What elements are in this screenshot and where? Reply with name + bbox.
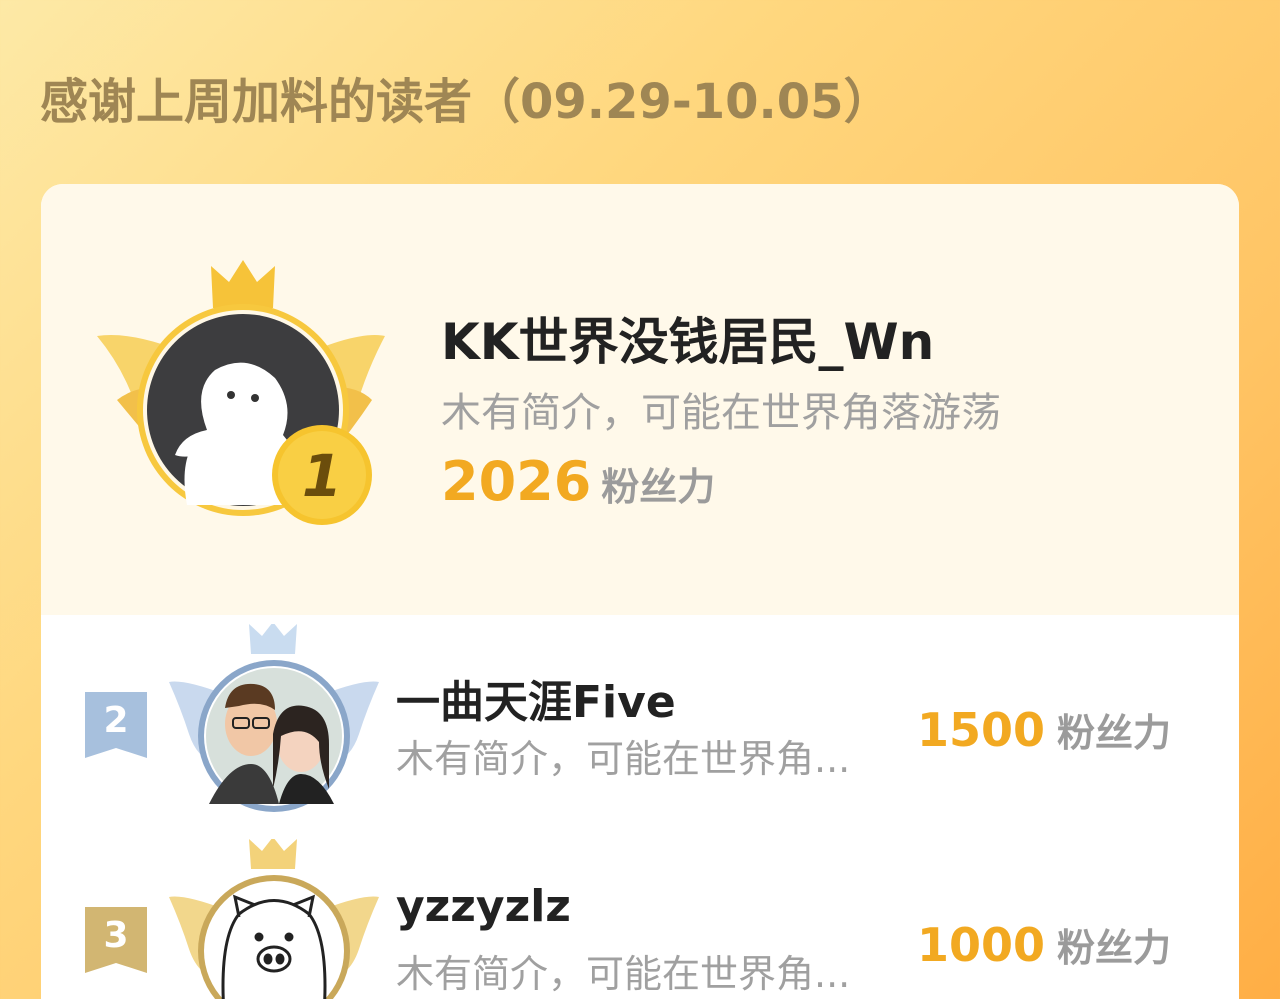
fan-power: 1500 粉丝力 [917, 702, 1171, 757]
svg-text:1: 1 [302, 442, 342, 510]
rank-2-number: 2 [103, 700, 128, 741]
readers-card: 1 KK世界没钱居民_Wn 木有简介，可能在世界角落游荡 2026粉丝力 2 [41, 184, 1239, 999]
fan-power: 2026 粉丝力 [441, 450, 715, 513]
crown-icon [249, 624, 297, 654]
fan-power-unit: 粉丝力 [1056, 711, 1171, 755]
rank-1-medal-icon: 1 [272, 425, 372, 525]
crown-icon [211, 260, 275, 308]
fan-power-value: 2026 [441, 450, 592, 513]
reader-name[interactable]: yzzyzlz [396, 881, 571, 932]
fan-power-unit: 粉丝力 [601, 465, 716, 509]
reader-row-2[interactable]: 2 一曲天涯Five 木有简介，可能在世界角... 1500 粉丝力 [41, 624, 1239, 824]
fan-power: 1000 粉丝力 [917, 917, 1171, 972]
reader-intro: 木有简介，可能在世界角... [396, 737, 851, 781]
rank-2-badge: 2 [85, 692, 147, 758]
reader-name[interactable]: 一曲天涯Five [396, 666, 676, 730]
reader-intro: 木有简介，可能在世界角... [396, 952, 851, 996]
fan-power-value: 1500 [916, 703, 1045, 757]
rank1-avatar-with-wings[interactable]: 1 [97, 260, 397, 540]
reader-name[interactable]: KK世界没钱居民_Wn [441, 302, 934, 374]
rank2-avatar-with-wings[interactable] [169, 624, 379, 824]
couple-photo-avatar [206, 668, 342, 804]
crown-icon [249, 839, 297, 869]
rank3-avatar-with-wings[interactable] [169, 839, 379, 999]
fan-power-unit: 粉丝力 [1056, 926, 1171, 970]
reader-row-3[interactable]: 3 yzzyzlz 木有简介，可能在世界角... 1000 粉丝力 [41, 839, 1239, 999]
rank-3-badge: 3 [85, 907, 147, 973]
page-title: 感谢上周加料的读者（09.29-10.05） [40, 74, 892, 130]
rank-3-number: 3 [103, 915, 128, 956]
top-reader-panel[interactable]: 1 KK世界没钱居民_Wn 木有简介，可能在世界角落游荡 2026 粉丝力 [41, 184, 1239, 615]
fan-power-value: 1000 [916, 918, 1045, 972]
reader-intro: 木有简介，可能在世界角落游荡 [441, 390, 1001, 436]
